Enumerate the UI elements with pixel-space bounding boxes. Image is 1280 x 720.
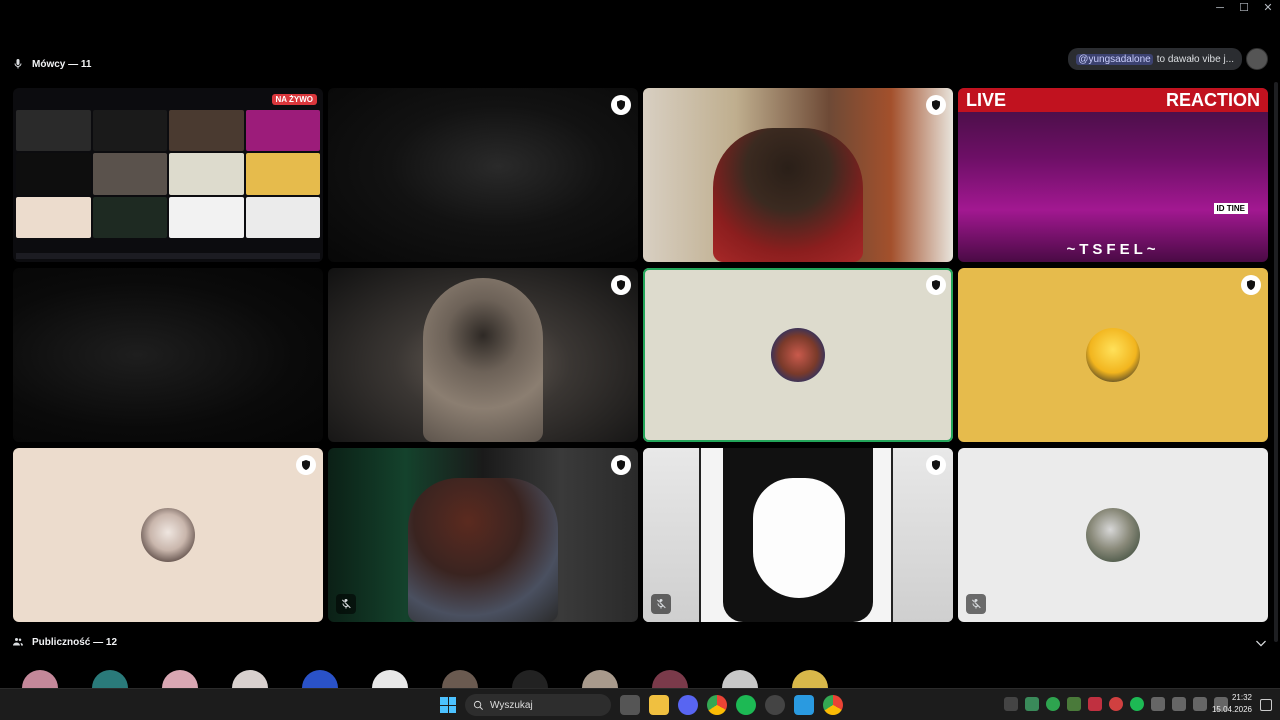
chat-avatar[interactable]: [1246, 48, 1268, 70]
tray-app-icon[interactable]: [1088, 697, 1102, 711]
tile-room-camera[interactable]: [643, 88, 953, 262]
webcam-person: [408, 478, 558, 622]
audience-header[interactable]: Publiczność — 12: [12, 636, 117, 648]
taskbar-clock[interactable]: 21:32 15.04.2026: [1212, 692, 1252, 716]
tile-avatar-mustard[interactable]: [958, 268, 1268, 442]
shield-icon: [932, 100, 940, 110]
tray-mic-icon[interactable]: [1151, 697, 1165, 711]
chrome-icon-2[interactable]: [823, 695, 843, 715]
stage-badge: [611, 455, 631, 475]
tile-screen-share[interactable]: NA ŻYWO: [13, 88, 323, 262]
spotify-icon[interactable]: [736, 695, 756, 715]
live-badge: NA ŻYWO: [271, 94, 317, 105]
network-icon[interactable]: [1172, 697, 1186, 711]
app-icon[interactable]: [765, 695, 785, 715]
tile-stream-camera[interactable]: LIVE REACTION ID TINE ~TSFEL~: [958, 88, 1268, 262]
close-button[interactable]: ✕: [1256, 0, 1280, 16]
stage-badge: [926, 95, 946, 115]
stage-badge: [1241, 275, 1261, 295]
stage-badge: [296, 455, 316, 475]
tray-spotify-icon[interactable]: [1130, 697, 1144, 711]
stream-tag: ID TINE: [1213, 203, 1248, 214]
tile-avatar-cream[interactable]: [13, 448, 323, 622]
stream-banner: LIVE REACTION: [958, 88, 1268, 112]
manga-face: [753, 478, 845, 598]
mic-muted-icon: [651, 594, 671, 614]
tray-chevron-icon[interactable]: [1004, 697, 1018, 711]
tray-app-icon[interactable]: [1046, 697, 1060, 711]
stream-reaction-text: REACTION: [1166, 89, 1260, 110]
shield-icon: [617, 100, 625, 110]
task-view-icon[interactable]: [620, 695, 640, 715]
volume-icon[interactable]: [1193, 697, 1207, 711]
manga-panel-right: [891, 448, 953, 622]
shield-icon: [302, 460, 310, 470]
search-placeholder: Wyszukaj: [490, 699, 533, 711]
speakers-label: Mówcy — 11: [32, 58, 92, 70]
search-icon: [473, 700, 483, 710]
shield-icon: [1247, 280, 1255, 290]
mic-muted-icon: [966, 594, 986, 614]
notepad-icon[interactable]: [794, 695, 814, 715]
chat-mention[interactable]: @yungsadalone: [1076, 53, 1153, 65]
tile-avatar-beige[interactable]: [643, 268, 953, 442]
participant-avatar: [1086, 328, 1140, 382]
tile-dark-camera-2[interactable]: [13, 268, 323, 442]
chrome-icon[interactable]: [707, 695, 727, 715]
participant-avatar: [771, 328, 825, 382]
microphone-icon: [14, 59, 22, 69]
window-controls: ─ ☐ ✕: [1208, 0, 1280, 16]
shield-icon: [617, 280, 625, 290]
speakers-header: Mówcy — 11: [12, 58, 91, 70]
tile-manga-camera[interactable]: [643, 448, 953, 622]
shield-icon: [617, 460, 625, 470]
stage-badge: [926, 275, 946, 295]
shield-icon: [932, 280, 940, 290]
audience-icon: [13, 638, 23, 646]
participant-avatar: [141, 508, 195, 562]
shield-icon: [932, 460, 940, 470]
tile-dark-camera[interactable]: [328, 88, 638, 262]
maximize-button[interactable]: ☐: [1232, 0, 1256, 16]
windows-taskbar: Wyszukaj 21:32 15.04.2026: [0, 688, 1280, 720]
chevron-down-icon[interactable]: [1254, 636, 1268, 650]
shared-taskbar: [16, 253, 320, 259]
participant-avatar: [1086, 508, 1140, 562]
taskbar-apps: [620, 695, 843, 715]
webcam-person: [713, 128, 863, 262]
stage-badge: [611, 275, 631, 295]
stage-badge: [611, 95, 631, 115]
tile-green-camera[interactable]: [328, 448, 638, 622]
clock-date: 15.04.2026: [1211, 705, 1252, 714]
chat-preview[interactable]: @yungsadalone to dawało vibe j...: [1068, 48, 1242, 70]
system-tray: [1004, 697, 1228, 711]
participant-grid: NA ŻYWO LIVE REACTION ID TINE ~TSFEL~: [13, 88, 1268, 622]
stream-bottom-text: ~TSFEL~: [1066, 241, 1160, 258]
clock-time: 21:32: [1231, 693, 1252, 702]
mic-muted-icon: [336, 594, 356, 614]
scrollbar[interactable]: [1274, 82, 1278, 642]
taskbar-search[interactable]: Wyszukaj: [465, 694, 611, 716]
tile-avatar-light[interactable]: [958, 448, 1268, 622]
webcam-person: [423, 278, 543, 442]
discord-icon[interactable]: [678, 695, 698, 715]
chat-text: to dawało vibe j...: [1156, 53, 1234, 65]
minimize-button[interactable]: ─: [1208, 0, 1232, 16]
windows-start-icon[interactable]: [440, 697, 456, 713]
tray-app-icon[interactable]: [1109, 697, 1123, 711]
tile-hoodie-camera[interactable]: [328, 268, 638, 442]
audience-label: Publiczność — 12: [32, 636, 118, 648]
stream-live-text: LIVE: [966, 89, 1007, 110]
file-explorer-icon[interactable]: [649, 695, 669, 715]
shared-screen-preview: [16, 110, 320, 238]
notification-icon[interactable]: [1260, 699, 1272, 711]
tray-app-icon[interactable]: [1067, 697, 1081, 711]
tray-app-icon[interactable]: [1025, 697, 1039, 711]
stage-badge: [926, 455, 946, 475]
